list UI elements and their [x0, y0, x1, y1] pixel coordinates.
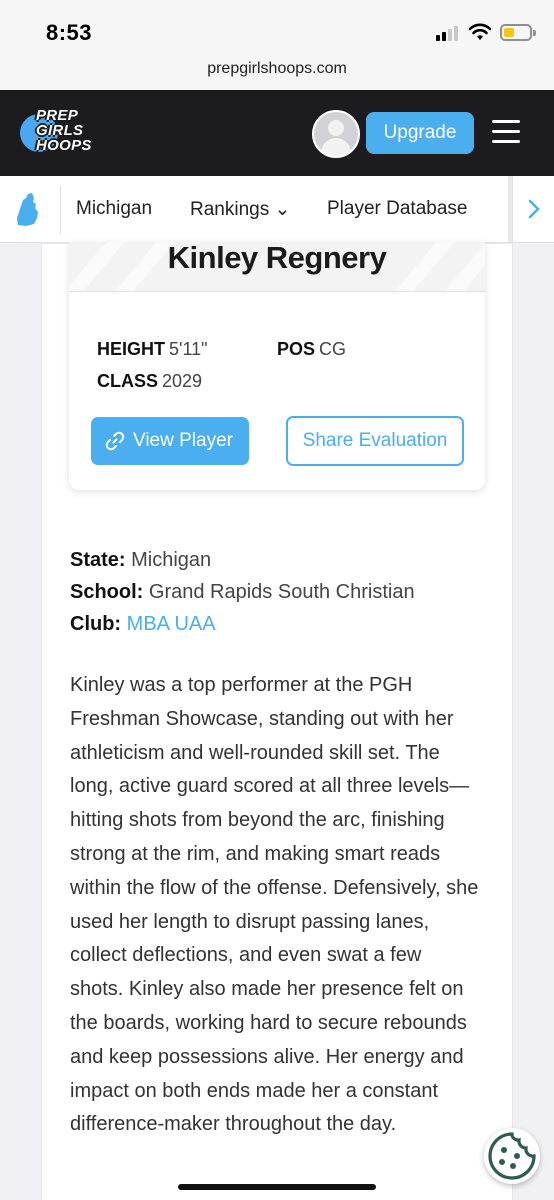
club-info: Club: MBA UAA: [70, 613, 216, 635]
school-info: School: Grand Rapids South Christian: [70, 581, 415, 603]
evaluation-text: Kinley was a top performer at the PGH Fr…: [70, 674, 479, 1136]
nav-item-rankings[interactable]: Rankings ⌄: [190, 198, 290, 221]
battery-icon: [500, 24, 536, 41]
home-indicator: [178, 1184, 376, 1190]
nav-item-player-database[interactable]: Player Database: [327, 198, 467, 220]
logo-line-1: PREP: [36, 107, 79, 124]
position-stat: POS CG: [277, 339, 347, 359]
michigan-icon[interactable]: [12, 190, 52, 230]
chevron-right-icon: [528, 199, 540, 219]
share-evaluation-button[interactable]: Share Evaluation: [286, 416, 464, 466]
player-name: Kinley Regnery: [167, 242, 387, 275]
logo-line-3: HOOPS: [36, 137, 92, 154]
state-info: State: Michigan: [70, 549, 212, 571]
main-content: Kinley Regnery HEIGHT 5'11" POS CG CLASS 20…: [42, 242, 512, 1200]
link-icon: [105, 431, 125, 451]
cookie-icon: [488, 1132, 536, 1180]
user-icon: [314, 112, 358, 156]
upgrade-button[interactable]: Upgrade: [366, 112, 474, 154]
club-link[interactable]: MBA UAA: [127, 613, 216, 635]
nav-scroll-right[interactable]: [512, 176, 554, 242]
logo-line-2: GIRLS: [36, 122, 84, 139]
status-bar: 8:53: [0, 0, 554, 58]
url-bar[interactable]: prepgirlshoops.com: [0, 58, 554, 90]
player-card: Kinley Regnery HEIGHT 5'11" POS CG CLASS 20…: [69, 242, 485, 490]
view-player-button[interactable]: View Player: [91, 417, 249, 465]
cookie-settings-button[interactable]: [484, 1128, 540, 1184]
nav-item-michigan[interactable]: Michigan: [76, 198, 152, 220]
signal-icon: [436, 25, 462, 41]
url-text: prepgirlshoops.com: [207, 60, 347, 77]
avatar[interactable]: [312, 110, 360, 158]
wifi-icon: [468, 23, 492, 40]
sub-nav: Michigan Rankings ⌄ Player Database: [0, 176, 554, 243]
class-stat: CLASS 2029: [97, 371, 203, 391]
view-player-label: View Player: [133, 430, 233, 451]
menu-icon[interactable]: [492, 120, 520, 144]
status-time: 8:53: [46, 20, 93, 45]
logo[interactable]: PREP GIRLS HOOPS: [20, 108, 104, 158]
height-stat: HEIGHT 5'11": [97, 339, 208, 359]
